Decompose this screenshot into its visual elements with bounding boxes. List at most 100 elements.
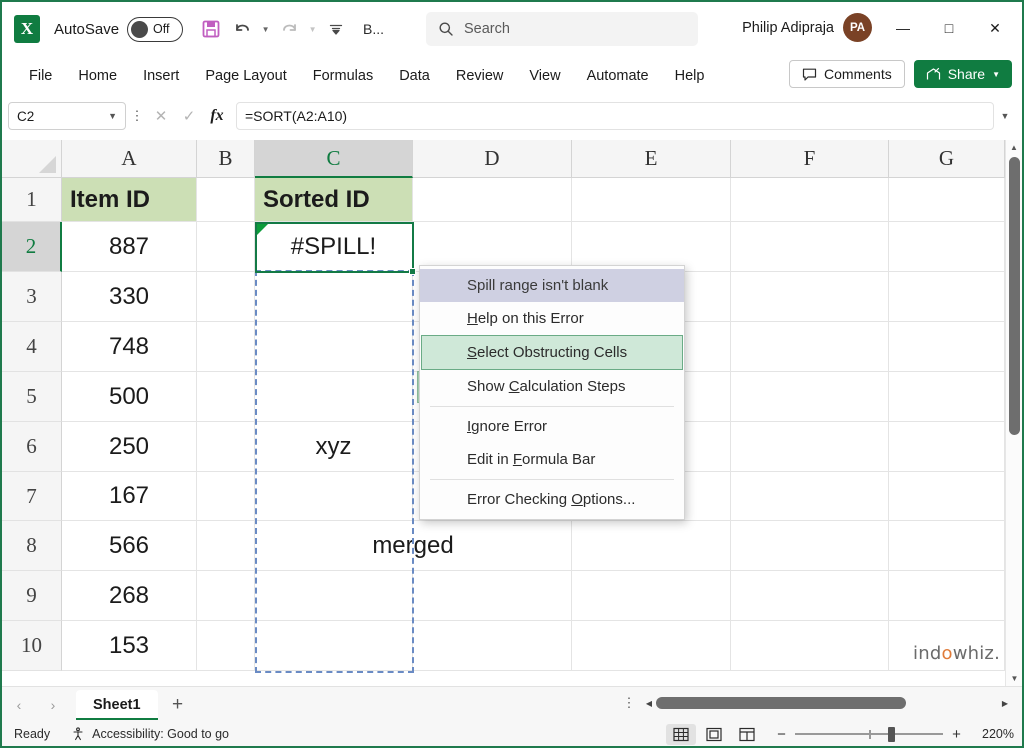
row-header-4[interactable]: 4 xyxy=(2,322,62,372)
cell-f6[interactable] xyxy=(731,422,889,472)
vertical-scrollbar-thumb[interactable] xyxy=(1009,157,1020,435)
cell-f10[interactable] xyxy=(731,621,889,671)
cell-g4[interactable] xyxy=(889,322,1005,372)
undo-icon[interactable] xyxy=(228,15,256,43)
cell-f4[interactable] xyxy=(731,322,889,372)
cell-c8-merged[interactable]: merged xyxy=(255,521,572,571)
zoom-slider-handle[interactable] xyxy=(888,727,895,742)
scroll-right-icon[interactable]: ▶ xyxy=(998,699,1012,708)
cell-f8[interactable] xyxy=(731,521,889,571)
scroll-options-icon[interactable]: ⋮ xyxy=(622,695,636,711)
menu-item-select-obstructing-cells[interactable]: Select Obstructing Cells xyxy=(421,335,683,370)
row-header-1[interactable]: 1 xyxy=(2,178,62,222)
tab-data[interactable]: Data xyxy=(386,62,443,90)
expand-formula-bar-icon[interactable]: ▼ xyxy=(994,111,1016,121)
share-dropdown-icon[interactable]: ▼ xyxy=(992,70,1000,79)
cell-b10[interactable] xyxy=(197,621,255,671)
minimize-button[interactable]: — xyxy=(880,12,926,44)
cell-a1[interactable]: Item ID xyxy=(62,178,197,222)
cell-b9[interactable] xyxy=(197,571,255,621)
row-header-6[interactable]: 6 xyxy=(2,422,62,472)
cell-d1[interactable] xyxy=(413,178,572,222)
horizontal-scrollbar-track[interactable] xyxy=(656,692,998,714)
cell-f5[interactable] xyxy=(731,372,889,422)
cell-b7[interactable] xyxy=(197,472,255,521)
cell-e8[interactable] xyxy=(572,521,731,571)
sheet-tab-sheet1[interactable]: Sheet1 xyxy=(76,690,158,720)
cell-g1[interactable] xyxy=(889,178,1005,222)
column-header-g[interactable]: G xyxy=(889,140,1005,178)
menu-item-edit-in-formula-bar[interactable]: Edit in Formula Bar xyxy=(420,443,684,476)
tab-insert[interactable]: Insert xyxy=(130,62,192,90)
cell-a10[interactable]: 153 xyxy=(62,621,197,671)
cell-d10[interactable] xyxy=(413,621,572,671)
cell-b2[interactable] xyxy=(197,222,255,272)
tab-review[interactable]: Review xyxy=(443,62,517,90)
column-header-e[interactable]: E xyxy=(572,140,731,178)
cell-b4[interactable] xyxy=(197,322,255,372)
cell-c6[interactable]: xyz xyxy=(255,422,413,472)
row-header-9[interactable]: 9 xyxy=(2,571,62,621)
cell-g2[interactable] xyxy=(889,222,1005,272)
row-header-10[interactable]: 10 xyxy=(2,621,62,671)
cell-g6[interactable] xyxy=(889,422,1005,472)
select-all-corner[interactable] xyxy=(2,140,62,178)
cell-a8[interactable]: 566 xyxy=(62,521,197,571)
cell-a9[interactable]: 268 xyxy=(62,571,197,621)
cell-a3[interactable]: 330 xyxy=(62,272,197,322)
cell-e10[interactable] xyxy=(572,621,731,671)
scroll-left-icon[interactable]: ◀ xyxy=(642,699,656,708)
insert-function-icon[interactable]: fx xyxy=(204,103,230,129)
comments-button[interactable]: Comments xyxy=(789,60,905,88)
cell-c7[interactable] xyxy=(255,472,413,521)
cell-g9[interactable] xyxy=(889,571,1005,621)
tab-automate[interactable]: Automate xyxy=(574,62,662,90)
cell-e9[interactable] xyxy=(572,571,731,621)
tab-formulas[interactable]: Formulas xyxy=(300,62,386,90)
tab-home[interactable]: Home xyxy=(65,62,130,90)
avatar[interactable]: PA xyxy=(843,13,872,42)
row-header-7[interactable]: 7 xyxy=(2,472,62,521)
maximize-button[interactable]: □ xyxy=(926,12,972,44)
cell-b6[interactable] xyxy=(197,422,255,472)
next-sheet-button[interactable]: › xyxy=(36,690,70,720)
cell-c10[interactable] xyxy=(255,621,413,671)
page-layout-view-icon[interactable] xyxy=(699,724,729,745)
cell-g8[interactable] xyxy=(889,521,1005,571)
formula-input[interactable]: =SORT(A2:A10) xyxy=(236,102,994,130)
cell-a6[interactable]: 250 xyxy=(62,422,197,472)
column-header-d[interactable]: D xyxy=(413,140,572,178)
zoom-in-button[interactable]: + xyxy=(950,726,963,743)
tab-page-layout[interactable]: Page Layout xyxy=(192,62,299,90)
menu-item-error-checking-options[interactable]: Error Checking Options... xyxy=(420,483,684,516)
accessibility-status[interactable]: Accessibility: Good to go xyxy=(72,727,229,741)
autosave-toggle[interactable]: Off xyxy=(127,17,183,42)
cell-a5[interactable]: 500 xyxy=(62,372,197,422)
save-icon[interactable] xyxy=(197,15,225,43)
check-icon[interactable]: ✓ xyxy=(176,103,202,129)
cell-f1[interactable] xyxy=(731,178,889,222)
name-box[interactable]: C2 ▼ xyxy=(8,102,126,130)
menu-item-help-on-this-error[interactable]: Help on this Error xyxy=(420,302,684,335)
search-input[interactable]: Search xyxy=(426,12,698,46)
undo-dropdown-icon[interactable]: ▼ xyxy=(259,25,272,34)
name-box-dropdown-icon[interactable]: ▼ xyxy=(108,111,117,121)
scroll-up-icon[interactable]: ▲ xyxy=(1006,140,1022,155)
user-account[interactable]: Philip Adipraja PA xyxy=(742,13,872,42)
zoom-percent-label[interactable]: 220% xyxy=(974,727,1014,741)
column-header-a[interactable]: A xyxy=(62,140,197,178)
cell-a4[interactable]: 748 xyxy=(62,322,197,372)
previous-sheet-button[interactable]: ‹ xyxy=(2,690,36,720)
cell-b1[interactable] xyxy=(197,178,255,222)
cell-c9[interactable] xyxy=(255,571,413,621)
cell-f2[interactable] xyxy=(731,222,889,272)
scroll-down-icon[interactable]: ▼ xyxy=(1006,671,1022,686)
column-header-f[interactable]: F xyxy=(731,140,889,178)
column-header-b[interactable]: B xyxy=(197,140,255,178)
cell-a7[interactable]: 167 xyxy=(62,472,197,521)
cell-e1[interactable] xyxy=(572,178,731,222)
zoom-slider[interactable] xyxy=(795,726,943,742)
qat-overflow-label[interactable]: B... xyxy=(363,21,384,37)
share-button[interactable]: Share ▼ xyxy=(914,60,1012,88)
cell-c1[interactable]: Sorted ID xyxy=(255,178,413,222)
